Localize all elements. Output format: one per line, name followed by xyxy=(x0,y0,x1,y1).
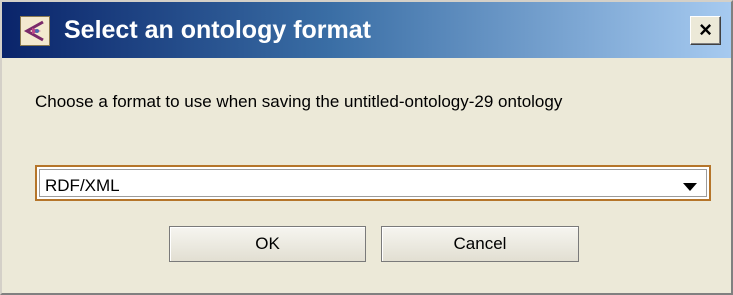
title-bar[interactable]: Select an ontology format × xyxy=(2,2,731,58)
ok-button[interactable]: OK xyxy=(169,226,366,262)
protege-logo-icon xyxy=(20,16,50,46)
chevron-down-icon[interactable] xyxy=(683,183,697,191)
dialog-title: Select an ontology format xyxy=(64,16,371,44)
close-button[interactable]: × xyxy=(690,16,721,45)
format-prompt-text: Choose a format to use when saving the u… xyxy=(35,92,563,111)
close-icon: × xyxy=(699,17,712,42)
select-format-dialog: Select an ontology format × Choose a for… xyxy=(0,0,733,295)
cancel-button[interactable]: Cancel xyxy=(381,226,579,262)
format-dropdown[interactable]: RDF/XML xyxy=(35,165,711,201)
format-dropdown-inner: RDF/XML xyxy=(39,169,707,197)
format-dropdown-value: RDF/XML xyxy=(45,176,120,195)
